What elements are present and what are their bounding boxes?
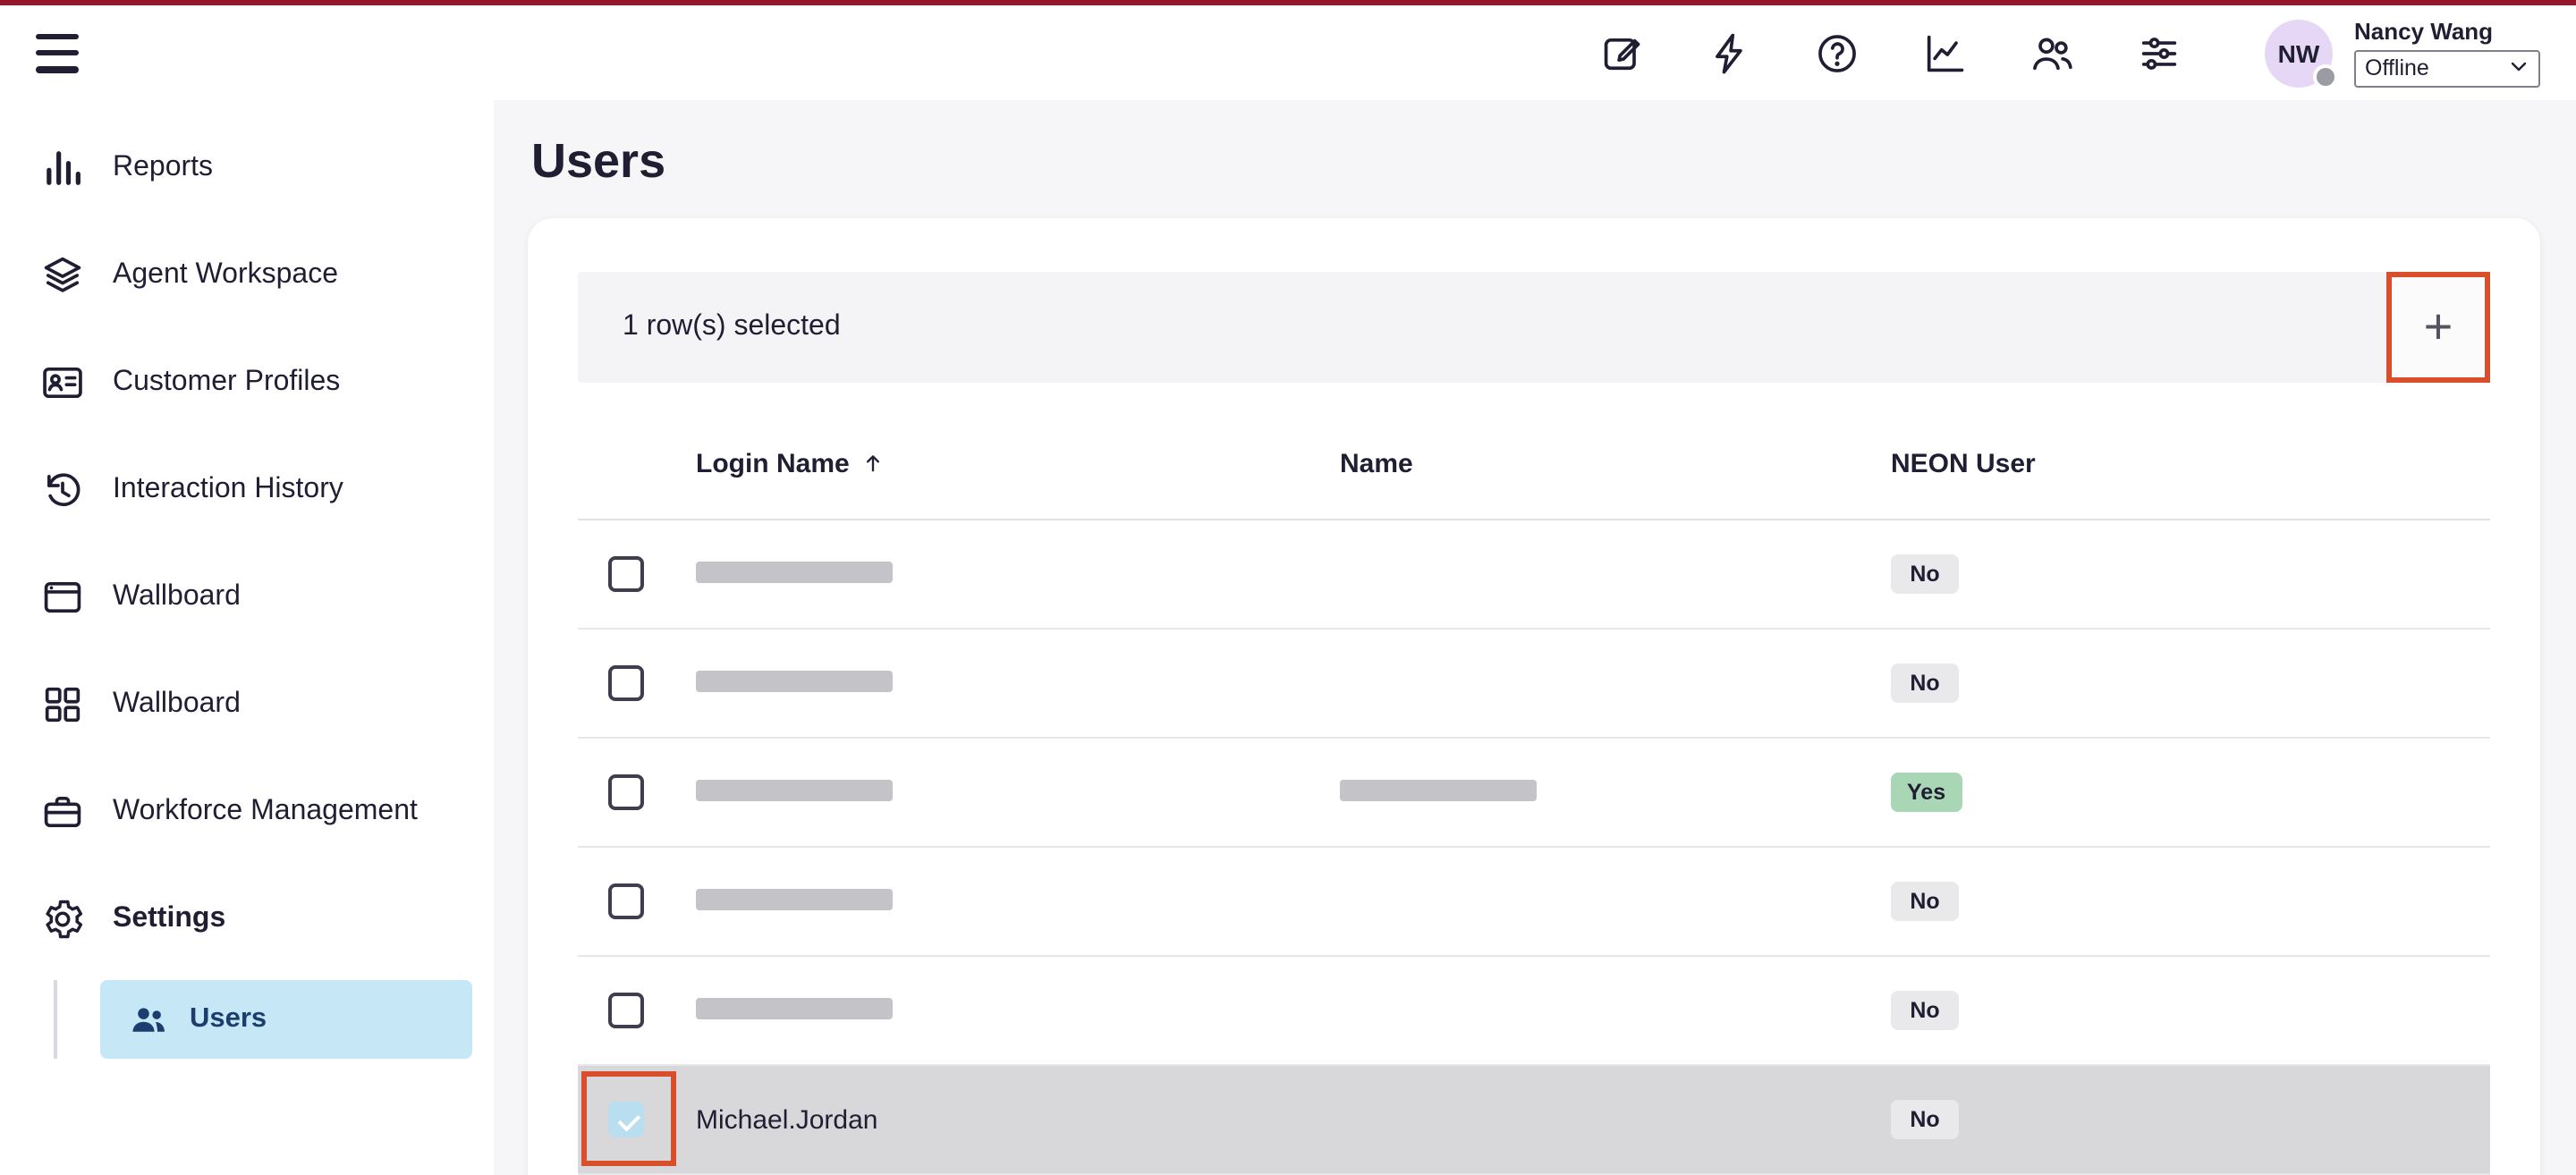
contacts-icon[interactable] xyxy=(2029,30,2075,76)
main-content: Users 1 row(s) selected + Login Name xyxy=(494,100,2576,1175)
sidebar: Reports Agent Workspace Customer Profile… xyxy=(0,100,494,1175)
page-title: Users xyxy=(531,132,2540,190)
sidebar-item-label: Users xyxy=(190,1003,267,1036)
column-header-neon-user[interactable]: NEON User xyxy=(1891,448,2490,478)
login-name-cell xyxy=(696,668,1340,698)
sidebar-item-customer-profiles[interactable]: Customer Profiles xyxy=(0,329,494,436)
login-name-cell xyxy=(696,559,1340,589)
sidebar-item-agent-workspace[interactable]: Agent Workspace xyxy=(0,222,494,329)
neon-user-cell: No xyxy=(1891,882,2490,921)
add-user-button[interactable]: + xyxy=(2386,272,2490,383)
login-name-cell xyxy=(696,777,1340,807)
topbar-right: NW Nancy Wang Offline xyxy=(1599,19,2540,87)
app: NW Nancy Wang Offline Reports Agent Work… xyxy=(0,0,2576,1175)
grid-icon xyxy=(39,681,86,728)
login-name-text: Michael.Jordan xyxy=(696,1104,877,1135)
window-icon xyxy=(39,574,86,621)
login-name-cell xyxy=(696,995,1340,1026)
sort-ascending-icon xyxy=(860,451,886,476)
avatar[interactable]: NW xyxy=(2265,19,2333,87)
briefcase-icon xyxy=(39,789,86,835)
row-checkbox[interactable] xyxy=(608,665,644,701)
selection-toolbar: 1 row(s) selected + xyxy=(578,272,2490,383)
sidebar-item-settings[interactable]: Settings xyxy=(0,866,494,973)
row-checkbox[interactable] xyxy=(608,774,644,810)
compose-note-icon[interactable] xyxy=(1599,30,1646,76)
help-icon[interactable] xyxy=(1814,30,1860,76)
user-block: Nancy Wang Offline xyxy=(2354,19,2540,87)
row-checkbox[interactable] xyxy=(608,556,644,592)
table-row[interactable]: Yes xyxy=(578,739,2490,848)
history-icon xyxy=(39,467,86,513)
neon-user-cell: No xyxy=(1891,1100,2490,1139)
topbar: NW Nancy Wang Offline xyxy=(0,0,2576,100)
neon-user-cell: No xyxy=(1891,991,2490,1030)
metrics-icon[interactable] xyxy=(1921,30,1968,76)
top-accent-bar xyxy=(0,0,2576,5)
neon-user-badge: No xyxy=(1891,1100,1959,1139)
column-header-name[interactable]: Name xyxy=(1340,448,1891,478)
neon-user-badge: No xyxy=(1891,554,1959,594)
column-header-login-name[interactable]: Login Name xyxy=(696,448,1340,478)
sidebar-item-wallboard[interactable]: Wallboard xyxy=(0,544,494,651)
neon-user-cell: Yes xyxy=(1891,773,2490,812)
plus-icon: + xyxy=(2424,302,2453,352)
redacted-login-bar xyxy=(696,779,893,800)
table-row[interactable]: Michael.Jordan No xyxy=(578,1066,2490,1175)
neon-user-badge: No xyxy=(1891,664,1959,703)
topbar-icons xyxy=(1599,30,2182,76)
users-table: Login Name Name NEON User xyxy=(578,408,2490,1175)
gear-icon xyxy=(39,896,86,943)
table-body: No No Yes No xyxy=(578,520,2490,1175)
users-card: 1 row(s) selected + Login Name xyxy=(528,218,2540,1175)
table-row[interactable]: No xyxy=(578,520,2490,630)
status-dropdown-value: Offline xyxy=(2365,55,2429,80)
sidebar-nav: Reports Agent Workspace Customer Profile… xyxy=(0,114,494,973)
sidebar-item-users[interactable]: Users xyxy=(100,980,472,1059)
chevron-down-icon xyxy=(2508,55,2529,81)
preferences-icon[interactable] xyxy=(2136,30,2182,76)
user-name: Nancy Wang xyxy=(2354,19,2540,44)
row-checkbox[interactable] xyxy=(608,1102,644,1137)
table-row[interactable]: No xyxy=(578,848,2490,957)
row-checkbox[interactable] xyxy=(608,883,644,919)
name-cell xyxy=(1340,777,1891,807)
login-name-cell: Michael.Jordan xyxy=(696,1104,1340,1135)
neon-user-cell: No xyxy=(1891,664,2490,703)
quick-actions-icon[interactable] xyxy=(1707,30,1753,76)
status-dropdown[interactable]: Offline xyxy=(2354,49,2540,87)
sidebar-item-wallboard[interactable]: Wallboard xyxy=(0,651,494,758)
redacted-login-bar xyxy=(696,561,893,582)
neon-user-badge: No xyxy=(1891,991,1959,1030)
neon-user-cell: No xyxy=(1891,554,2490,594)
sidebar-item-interaction-history[interactable]: Interaction History xyxy=(0,436,494,544)
body-row: Reports Agent Workspace Customer Profile… xyxy=(0,100,2576,1175)
sidebar-item-workforce-management[interactable]: Workforce Management xyxy=(0,758,494,866)
table-row[interactable]: No xyxy=(578,957,2490,1066)
redacted-login-bar xyxy=(696,670,893,691)
redacted-login-bar xyxy=(696,997,893,1019)
layers-icon xyxy=(39,252,86,299)
table-row[interactable]: No xyxy=(578,630,2490,739)
redacted-login-bar xyxy=(696,888,893,909)
sidebar-item-reports[interactable]: Reports xyxy=(0,114,494,222)
row-checkbox[interactable] xyxy=(608,993,644,1028)
login-name-cell xyxy=(696,886,1340,917)
id-card-icon xyxy=(39,359,86,406)
users-icon xyxy=(129,1000,168,1039)
selection-count-text: 1 row(s) selected xyxy=(623,311,841,343)
redacted-name-bar xyxy=(1340,779,1537,800)
menu-toggle-button[interactable] xyxy=(36,33,82,72)
status-dot xyxy=(2313,63,2338,89)
bar-chart-icon xyxy=(39,145,86,191)
table-header: Login Name Name NEON User xyxy=(578,408,2490,520)
neon-user-badge: Yes xyxy=(1891,773,1962,812)
neon-user-badge: No xyxy=(1891,882,1959,921)
